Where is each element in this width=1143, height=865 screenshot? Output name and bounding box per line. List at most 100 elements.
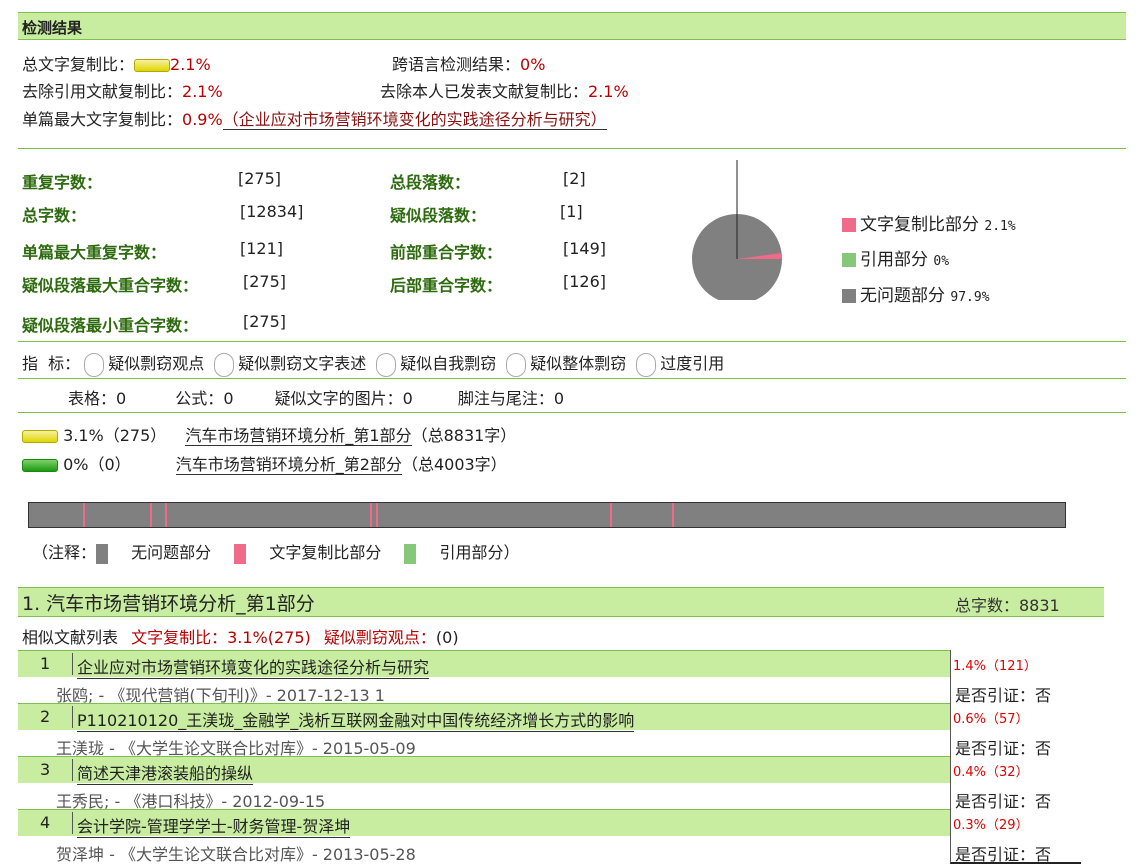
- image-count-label: 疑似文字的图片：: [274, 389, 403, 408]
- excl-quote-label: 去除引用文献复制比：: [22, 82, 183, 101]
- front-overlap-value: [149]: [563, 239, 607, 258]
- part-1-link[interactable]: 汽车市场营销环境分析_第1部分: [185, 426, 412, 446]
- excl-self-value: 2.1%: [588, 82, 629, 101]
- part-2-link[interactable]: 汽车市场营销环境分析_第2部分: [175, 455, 402, 475]
- green-bar-icon: [22, 459, 58, 472]
- single-max-link[interactable]: （企业应对市场营销环境变化的实践途径分析与研究）: [222, 110, 607, 130]
- legend-copy-label: 文字复制比部分: [860, 215, 979, 235]
- indicator-self-plag: 疑似自我剽窃: [400, 354, 497, 373]
- formula-count-label: 公式：: [175, 389, 224, 408]
- indicators-label: 指 标：: [22, 354, 81, 373]
- section-total: 总字数：8831: [955, 596, 1060, 615]
- cross-language-result: 跨语言检测结果：0%: [392, 51, 545, 75]
- divider: [18, 341, 1126, 342]
- note-legend: （注释： 无问题部分 文字复制比部分 引用部分）: [32, 539, 520, 564]
- legend-ok-label: 无问题部分: [860, 286, 945, 306]
- copy-mark: [376, 503, 379, 527]
- checkbox-sus-idea[interactable]: [84, 352, 105, 377]
- excl-self-label: 去除本人已发表文献复制比：: [380, 82, 589, 101]
- total-chars-value: [12834]: [240, 202, 304, 221]
- footnote-count-value: 0: [553, 389, 565, 408]
- excl-quote-value: 2.1%: [182, 82, 223, 101]
- part-2-stat: 0%（0）: [63, 455, 131, 474]
- divider: [18, 148, 1126, 149]
- result-pct: 0.6%（57）: [953, 712, 1029, 727]
- total-copy-value: 2.1%: [170, 55, 211, 74]
- note-swatch-copy: [234, 543, 247, 564]
- divider: [18, 378, 1126, 379]
- indicator-over-quote: 过度引用: [660, 354, 725, 373]
- legend-swatch-copy: [842, 218, 856, 232]
- result-number: 3: [40, 760, 51, 779]
- single-max-ratio: 单篇最大文字复制比：0.9%（企业应对市场营销环境变化的实践途径分析与研究）: [22, 106, 607, 130]
- total-chars-label: 总字数：: [22, 206, 87, 225]
- legend-ok-value: 97.9%: [950, 290, 990, 305]
- footnote-count-label: 脚注与尾注：: [457, 389, 554, 408]
- dup-chars-label: 重复字数：: [22, 173, 103, 192]
- divider: [18, 412, 1126, 413]
- result-number: 4: [40, 813, 51, 832]
- note-copy-label: 文字复制比部分: [269, 543, 382, 562]
- distribution-bar: [28, 502, 1066, 528]
- counts-row: 表格：0 公式：0 疑似文字的图片：0 脚注与尾注：0: [68, 385, 564, 409]
- pie-legend-quote: 引用部分 0%: [842, 245, 949, 270]
- single-max-dup-value: [121]: [240, 239, 284, 258]
- indicator-whole-plag: 疑似整体剽窃: [530, 354, 627, 373]
- result-number: 2: [40, 707, 51, 726]
- similar-list-title: 相似文献列表: [22, 628, 119, 647]
- result-pct: 0.3%（29）: [953, 818, 1029, 833]
- excl-self-ratio: 去除本人已发表文献复制比：2.1%: [380, 78, 629, 102]
- note-quote-label: 引用部分）: [439, 543, 520, 562]
- indicator-sus-idea: 疑似剽窃观点: [108, 354, 205, 373]
- result-title-link[interactable]: P110210120_王渼珑_金融学_浅析互联网金融对中国传统经济增长方式的影响: [77, 707, 635, 732]
- result-cite: 是否引证：否: [955, 845, 1052, 864]
- result-pct: 0.4%（32）: [953, 765, 1029, 780]
- copy-mark: [150, 503, 153, 527]
- table-count-value: 0: [116, 389, 127, 408]
- result-title-link[interactable]: 会计学院-管理学学士-财务管理-贺泽坤: [77, 813, 351, 838]
- table-count-label: 表格：: [68, 389, 117, 408]
- formula-count-value: 0: [223, 389, 234, 408]
- sus-max-value: [275]: [243, 272, 287, 291]
- sus-min-label: 疑似段落最小重合字数：: [22, 316, 199, 335]
- result-meta: 贺泽坤 - 《大学生论文联合比对库》- 2013-05-28: [56, 845, 416, 864]
- result-separator: [72, 706, 73, 728]
- indicator-sus-text: 疑似剽窃文字表述: [238, 354, 367, 373]
- single-max-value: 0.9%: [182, 110, 223, 129]
- pie-chart: [692, 160, 782, 300]
- sus-min-value: [275]: [243, 312, 287, 331]
- result-title-link[interactable]: 企业应对市场营销环境变化的实践途径分析与研究: [77, 654, 430, 679]
- copy-mark: [672, 503, 675, 527]
- sus-max-label: 疑似段落最大重合字数：: [22, 276, 199, 295]
- pie-legend-copy: 文字复制比部分 2.1%: [842, 210, 1016, 235]
- legend-quote-value: 0%: [933, 254, 950, 269]
- part-row-2: 0%（0） 汽车市场营销环境分析_第2部分（总4003字）: [22, 451, 507, 475]
- copy-mark: [369, 503, 372, 527]
- pie-legend-ok: 无问题部分 97.9%: [842, 281, 990, 306]
- part-row-1: 3.1%（275） 汽车市场营销环境分析_第1部分（总8831字）: [22, 422, 516, 446]
- checkbox-over-quote[interactable]: [636, 352, 657, 377]
- front-overlap-label: 前部重合字数：: [390, 243, 503, 262]
- image-count-value: 0: [402, 389, 413, 408]
- section-plag-value: (0): [435, 628, 459, 647]
- result-title-link[interactable]: 简述天津港滚装船的操纵: [77, 760, 254, 785]
- result-pct: 1.4%（121）: [953, 659, 1037, 674]
- excl-quote-ratio: 去除引用文献复制比：2.1%: [22, 78, 223, 102]
- note-swatch-ok: [96, 543, 109, 564]
- total-para-label: 总段落数：: [390, 173, 471, 192]
- part-2-total: （总4003字）: [401, 455, 507, 474]
- back-overlap-value: [126]: [563, 272, 607, 291]
- checkbox-whole-plag[interactable]: [506, 352, 527, 377]
- dup-chars-value: [275]: [238, 169, 282, 188]
- part-1-stat: 3.1%（275）: [63, 426, 167, 445]
- single-max-dup-label: 单篇最大重复字数：: [22, 243, 167, 262]
- note-ok-label: 无问题部分: [131, 543, 212, 562]
- section-ratio: 文字复制比：3.1%(275): [131, 628, 311, 647]
- result-header: [18, 12, 1126, 40]
- result-separator: [72, 653, 73, 675]
- checkbox-sus-text[interactable]: [214, 352, 235, 377]
- result-header-title: 检测结果: [22, 19, 83, 37]
- cross-lang-label: 跨语言检测结果：: [392, 55, 521, 74]
- single-max-label: 单篇最大文字复制比：: [22, 110, 183, 129]
- checkbox-self-plag[interactable]: [376, 352, 397, 377]
